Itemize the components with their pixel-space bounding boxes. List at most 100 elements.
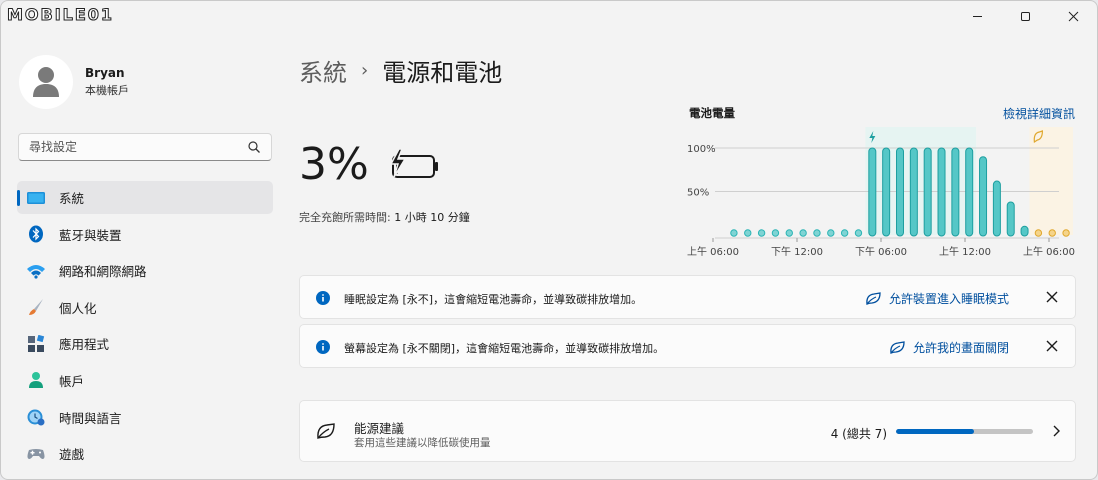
nav-item-apps[interactable]: 應用程式	[17, 327, 273, 360]
battery-bar	[965, 147, 974, 237]
chart-title: 電池電量	[689, 106, 735, 120]
maximize-icon	[1020, 11, 1030, 21]
battery-point	[840, 229, 849, 237]
projected-window-shade	[1029, 127, 1073, 235]
nav-label: 應用程式	[59, 337, 110, 353]
nav-label: 時間與語言	[59, 410, 122, 426]
user-profile[interactable]: Bryan 本機帳戶	[19, 55, 129, 109]
recommendation-count: 4 (總共 7)	[830, 427, 887, 441]
battery-point	[744, 229, 752, 237]
battery-bar	[951, 147, 960, 237]
breadcrumb: 系統 › 電源和電池	[299, 53, 502, 88]
x-tick-label: 上午 06:00	[687, 245, 739, 258]
battery-point	[799, 229, 807, 237]
battery-bar	[1006, 201, 1015, 237]
battery-point	[730, 229, 738, 237]
projected-point	[1062, 229, 1070, 237]
notice-message: 螢幕設定為 [永不關閉]，這會縮短電池壽命，並導致碳排放增加。	[344, 342, 665, 355]
allow-sleep-button[interactable]: 允許裝置進入睡眠模式	[865, 290, 1009, 307]
breadcrumb-parent[interactable]: 系統	[299, 53, 347, 88]
minimize-button[interactable]	[953, 1, 1001, 31]
battery-bar	[909, 147, 918, 237]
recommendation-progress	[896, 429, 1033, 434]
minimize-icon	[972, 15, 982, 17]
search-box[interactable]	[18, 133, 272, 161]
account-type: 本機帳戶	[85, 84, 129, 97]
watermark-brand: MOBILE01	[6, 5, 115, 25]
dismiss-icon[interactable]	[1045, 290, 1059, 304]
battery-point	[813, 229, 821, 237]
brush-icon	[26, 297, 46, 317]
clock-globe-icon	[26, 407, 46, 427]
nav-label: 藍牙與裝置	[59, 227, 122, 243]
wifi-icon	[26, 261, 46, 281]
charge-time-value: 1 小時 10 分鐘	[394, 211, 470, 224]
close-window-button[interactable]	[1049, 1, 1097, 31]
x-tick-label: 上午 12:00	[939, 245, 991, 258]
gamepad-icon	[26, 444, 46, 464]
mobile01-watermark: MOBILE01	[6, 5, 115, 25]
nav-item-system[interactable]: 系統	[17, 181, 273, 214]
search-icon[interactable]	[247, 140, 261, 154]
leaf-icon	[890, 340, 905, 354]
page-title: 電源和電池	[382, 59, 503, 87]
main-content: 系統 › 電源和電池 3% 完全充飽所需時間: 1 小時 10 分鐘 電池電量 …	[299, 35, 1077, 479]
nav-label: 遊戲	[59, 447, 85, 463]
nav-item-network[interactable]: 網路和網際網路	[17, 254, 273, 287]
maximize-button[interactable]	[1001, 1, 1049, 31]
battery-point	[757, 229, 766, 237]
bluetooth-icon	[26, 224, 46, 244]
allow-screen-off-button[interactable]: 允許我的畫面關閉	[889, 339, 1009, 356]
energy-recommendations-card[interactable]: 能源建議 套用這些建議以降低碳使用量 4 (總共 7)	[299, 400, 1076, 462]
nav-item-gaming[interactable]: 遊戲	[17, 437, 273, 470]
allow-screen-off-label: 允許我的畫面關閉	[912, 341, 1009, 355]
nav-label: 網路和網際網路	[59, 264, 147, 280]
battery-bar	[1020, 225, 1029, 237]
system-icon	[26, 188, 46, 208]
nav-label: 帳戶	[59, 373, 85, 389]
battery-bar	[937, 147, 946, 237]
battery-point	[854, 229, 863, 237]
battery-percentage: 3%	[299, 139, 369, 190]
user-name: Bryan	[85, 66, 125, 80]
settings-window: MOBILE01 Bryan 本機帳戶 尋找設定 系統 藍牙與裝置 網路和網際網…	[0, 0, 1098, 480]
sidebar: Bryan 本機帳戶 系統 藍牙與裝置	[1, 35, 285, 479]
close-icon	[1068, 11, 1078, 21]
screen-notice: 螢幕設定為 [永不關閉]，這會縮短電池壽命，並導致碳排放增加。 允許我的畫面關閉	[299, 324, 1076, 368]
projected-point	[1048, 229, 1056, 237]
charge-time: 完全充飽所需時間: 1 小時 10 分鐘	[299, 209, 470, 225]
window-controls	[953, 1, 1097, 31]
avatar	[19, 55, 73, 109]
account-icon	[26, 370, 46, 390]
battery-bar	[868, 147, 877, 237]
battery-charging-icon	[389, 148, 438, 178]
battery-point	[785, 229, 793, 237]
battery-point	[771, 229, 780, 237]
projected-point	[1034, 229, 1043, 237]
nav-label: 個人化	[59, 300, 97, 316]
battery-bar	[896, 147, 904, 237]
y-tick-label: 100%	[687, 144, 716, 155]
breadcrumb-separator: ›	[361, 60, 369, 81]
search-input[interactable]	[29, 140, 239, 154]
battery-bar	[979, 156, 988, 237]
charging-window-shade	[865, 127, 977, 235]
leaf-icon	[866, 291, 881, 305]
title-bar: MOBILE01	[1, 1, 1097, 35]
person-icon	[33, 67, 59, 97]
battery-bar	[923, 147, 932, 237]
allow-sleep-label: 允許裝置進入睡眠模式	[888, 292, 1009, 306]
info-icon	[316, 340, 330, 354]
sleep-notice: 睡眠設定為 [永不]，這會縮短電池壽命，並導致碳排放增加。 允許裝置進入睡眠模式	[299, 275, 1076, 319]
nav-item-accounts[interactable]: 帳戶	[17, 364, 273, 397]
battery-point	[827, 229, 835, 237]
x-tick-label: 下午 12:00	[771, 245, 823, 258]
view-details-link[interactable]: 檢視詳細資訊	[1003, 105, 1075, 122]
battery-bar	[992, 180, 1001, 237]
dismiss-icon[interactable]	[1045, 339, 1059, 353]
nav-item-bluetooth[interactable]: 藍牙與裝置	[17, 218, 273, 251]
nav-item-personalization[interactable]: 個人化	[17, 291, 273, 324]
nav-item-time-language[interactable]: 時間與語言	[17, 401, 273, 434]
energy-subtitle: 套用這些建議以降低碳使用量	[354, 437, 491, 449]
progress-fill	[896, 429, 975, 434]
